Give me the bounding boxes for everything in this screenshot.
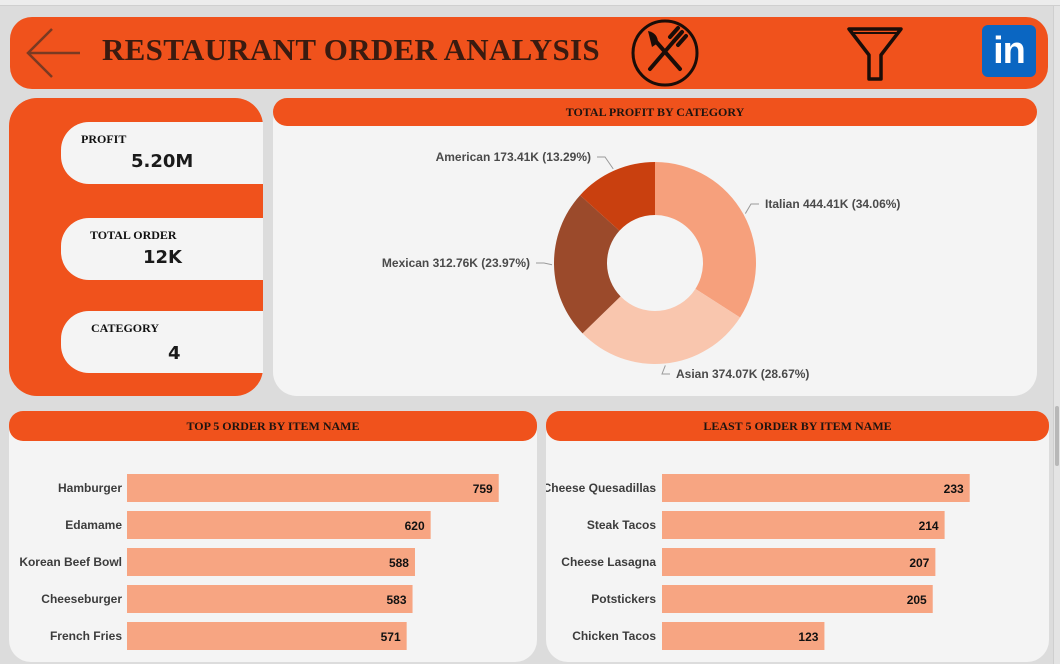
kpi-label: PROFIT (81, 132, 127, 146)
bar-value-label: 620 (405, 519, 425, 533)
bar-category-label: Steak Tacos (587, 518, 656, 532)
bar-value-label: 583 (387, 593, 407, 607)
bar-value-label: 205 (907, 593, 927, 607)
page-title: RESTAURANT ORDER ANALYSIS (102, 32, 600, 67)
bar-cheese-lasagna[interactable] (662, 548, 936, 576)
bar-value-label: 571 (381, 630, 401, 644)
window-top-strip (0, 0, 1060, 6)
bar-category-label: Cheeseburger (41, 592, 122, 606)
kpi-card-category: CATEGORY 4 (61, 311, 263, 373)
donut-chart: Italian 444.41K (34.06%) Asian 374.07K (2… (382, 150, 901, 381)
least-5-items-panel: LEAST 5 ORDER BY ITEM NAME Cheese Quesad… (546, 411, 1049, 662)
kpi-label: CATEGORY (91, 321, 160, 335)
profit-by-category-panel: TOTAL PROFIT BY CATEGORY Italian 444.41K… (273, 98, 1037, 396)
bar-category-label: Cheese Quesadillas (546, 481, 656, 495)
bar-value-label: 214 (919, 519, 939, 533)
bar-category-label: Chicken Tacos (572, 629, 656, 643)
bar-value-label: 233 (944, 482, 964, 496)
kpi-card-total-order: TOTAL ORDER 12K (61, 218, 263, 280)
panel-title: LEAST 5 ORDER BY ITEM NAME (546, 411, 1049, 441)
pie-data-label: Italian 444.41K (34.06%) (765, 197, 900, 211)
top-5-items-panel: TOP 5 ORDER BY ITEM NAME Hamburger 759 Eda… (9, 411, 537, 662)
bar-edamame[interactable] (127, 511, 431, 539)
back-arrow-icon[interactable] (24, 26, 84, 80)
bar-value-label: 588 (389, 556, 409, 570)
kpi-label: TOTAL ORDER (90, 228, 177, 242)
pie-data-label: American 173.41K (13.29%) (436, 150, 591, 164)
bar-potstickers[interactable] (662, 585, 933, 613)
scrollbar-thumb[interactable] (1055, 406, 1059, 466)
kpi-card-profit: PROFIT 5.20M (61, 122, 263, 184)
bar-korean-beef-bowl[interactable] (127, 548, 415, 576)
bar-cheese-quesadillas[interactable] (662, 474, 970, 502)
pie-data-label: Asian 374.07K (28.67%) (676, 367, 809, 381)
bar-hamburger[interactable] (127, 474, 499, 502)
bar-steak-tacos[interactable] (662, 511, 945, 539)
bar-category-label: French Fries (50, 629, 122, 643)
top-5-bar-chart: Hamburger 759 Edamame 620 Korean Beef Bowl 58… (19, 474, 499, 650)
dashboard-root: RESTAURANT ORDER ANALYSIS in PROFIT 5.20… (0, 0, 1060, 664)
bar-french-fries[interactable] (127, 622, 407, 650)
kpi-value: 4 (168, 343, 181, 364)
bar-category-label: Potstickers (591, 592, 656, 606)
bar-category-label: Korean Beef Bowl (19, 555, 122, 569)
filter-icon[interactable] (845, 23, 905, 83)
bar-value-label: 207 (909, 556, 929, 570)
pie-leader-line (744, 203, 759, 214)
bar-value-label: 759 (473, 482, 493, 496)
vertical-scrollbar[interactable] (1053, 6, 1060, 664)
pie-leader-line (536, 262, 553, 266)
linkedin-icon[interactable]: in (982, 25, 1036, 77)
pie-data-label: Mexican 312.76K (23.97%) (382, 256, 530, 270)
pie-leader-line (597, 156, 614, 170)
bar-category-label: Edamame (65, 518, 122, 532)
pie-slice-italian[interactable] (655, 162, 756, 318)
least-5-bar-chart: Cheese Quesadillas 233 Steak Tacos 214 Chees… (546, 474, 970, 650)
header-bar: RESTAURANT ORDER ANALYSIS in (10, 17, 1048, 89)
panel-title: TOP 5 ORDER BY ITEM NAME (9, 411, 537, 441)
bar-cheeseburger[interactable] (127, 585, 413, 613)
kpi-column: PROFIT 5.20M TOTAL ORDER 12K CATEGORY 4 (9, 98, 263, 396)
panel-title: TOTAL PROFIT BY CATEGORY (273, 98, 1037, 126)
fork-knife-icon (630, 19, 700, 87)
kpi-value: 5.20M (131, 151, 194, 172)
pie-leader-line (661, 365, 670, 375)
bar-value-label: 123 (798, 630, 818, 644)
kpi-value: 12K (143, 247, 182, 268)
bar-category-label: Hamburger (58, 481, 122, 495)
bar-category-label: Cheese Lasagna (561, 555, 656, 569)
